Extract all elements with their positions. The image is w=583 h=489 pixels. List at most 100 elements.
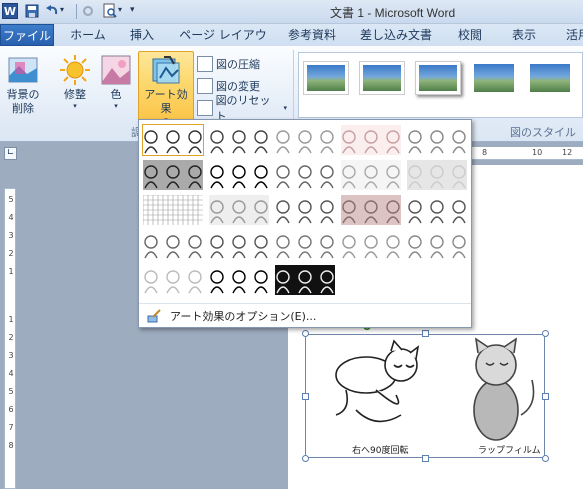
effect-thumbnail-icon (143, 195, 203, 225)
artistic-effect-option[interactable] (274, 229, 336, 261)
tab-file[interactable]: ファイル (0, 24, 54, 46)
remove-background-icon (7, 54, 39, 86)
picture-style-thumb[interactable] (471, 61, 517, 95)
print-preview-dropdown-icon[interactable]: ▾ (118, 5, 122, 14)
tab-review[interactable]: 校閲 (452, 24, 488, 46)
tab-home[interactable]: ホーム (66, 24, 110, 46)
save-icon[interactable] (24, 3, 40, 19)
cat-illustration (335, 337, 535, 441)
picture-style-thumb[interactable] (527, 61, 573, 95)
color-button[interactable]: 色 ▾ (99, 52, 133, 130)
artistic-effect-option[interactable] (340, 159, 402, 191)
artistic-effect-option[interactable] (208, 194, 270, 226)
ruler-number: 8 (8, 441, 14, 450)
remove-background-button[interactable]: 背景の 削除 (2, 52, 44, 130)
artistic-effect-option[interactable] (406, 159, 468, 191)
artistic-effect-option[interactable] (274, 264, 336, 296)
redo-icon[interactable] (80, 3, 96, 19)
corrections-dropdown-icon: ▾ (73, 102, 77, 110)
effect-thumbnail-icon (209, 125, 269, 155)
qat-separator (76, 4, 77, 19)
resize-handle[interactable] (302, 455, 309, 462)
artistic-effect-option[interactable] (208, 159, 270, 191)
artistic-effects-button[interactable]: アート効果 ▾ (138, 51, 194, 124)
effect-thumbnail-icon (209, 265, 269, 295)
effect-thumbnail-icon (407, 230, 467, 260)
vertical-ruler[interactable]: 5 4 3 2 1 1 2 3 4 5 6 7 8 (4, 188, 16, 489)
artistic-effects-icon (150, 54, 182, 86)
artistic-effect-option[interactable] (142, 194, 204, 226)
selected-picture[interactable] (305, 334, 545, 458)
tab-selector-icon[interactable]: ∟ (4, 147, 17, 160)
undo-dropdown-icon[interactable]: ▾ (60, 5, 64, 14)
artistic-effect-option[interactable] (142, 229, 204, 261)
artistic-effect-option[interactable] (340, 124, 402, 156)
artistic-effect-option[interactable] (340, 229, 402, 261)
effect-thumbnail-icon (209, 160, 269, 190)
picture-style-thumb[interactable] (303, 61, 349, 95)
effect-thumbnail-icon (275, 230, 335, 260)
ruler-number: 1 (8, 315, 14, 324)
artistic-effect-option[interactable] (142, 124, 204, 156)
change-picture-icon (197, 78, 213, 94)
artistic-effect-option[interactable] (406, 229, 468, 261)
ruler-number: 8 (482, 148, 488, 157)
artistic-effect-option[interactable] (142, 264, 204, 296)
effect-thumbnail-icon (341, 160, 401, 190)
ruler-number: 3 (8, 351, 14, 360)
effect-thumbnail-icon (143, 230, 203, 260)
picture-style-thumb[interactable] (359, 61, 405, 95)
resize-handle[interactable] (422, 455, 429, 462)
artistic-effect-option[interactable] (274, 159, 336, 191)
tab-utilize[interactable]: 活用 (558, 24, 583, 46)
artistic-effect-option[interactable] (208, 264, 270, 296)
resize-handle[interactable] (542, 455, 549, 462)
artistic-effects-label: アート効果 (144, 88, 188, 115)
artistic-effects-options-item[interactable]: アート効果のオプション(E)... (142, 306, 470, 326)
artistic-effect-option[interactable] (406, 194, 468, 226)
corrections-label: 修整 (64, 88, 86, 101)
effect-thumbnail-icon (143, 125, 203, 155)
artistic-effect-option[interactable] (208, 229, 270, 261)
corrections-sun-icon (59, 54, 91, 86)
tab-page-layout[interactable]: ページ レイアウト (176, 24, 270, 64)
tab-insert[interactable]: 挿入 (122, 24, 162, 46)
reset-picture-button[interactable]: 図のリセット ▾ (197, 94, 287, 123)
effect-thumbnail-icon (275, 265, 335, 295)
effect-thumbnail-icon (275, 195, 335, 225)
artistic-effect-option[interactable] (208, 124, 270, 156)
artistic-effect-option[interactable] (142, 159, 204, 191)
tab-view[interactable]: 表示 (504, 24, 544, 46)
resize-handle[interactable] (542, 330, 549, 337)
artistic-effect-option[interactable] (274, 194, 336, 226)
undo-icon[interactable] (44, 3, 60, 19)
ruler-number: 7 (8, 423, 14, 432)
picture-style-thumb[interactable] (415, 61, 461, 95)
compress-pictures-button[interactable]: 図の圧縮 (197, 54, 287, 74)
color-picture-icon (100, 54, 132, 86)
options-brush-icon (146, 308, 162, 324)
ribbon-tabs: ファイル ホーム 挿入 ページ レイアウト 参考資料 差し込み文書 校閲 表示 … (0, 24, 583, 64)
caption-rotate-right: 右へ90度回転 (352, 446, 409, 456)
resize-handle[interactable] (542, 393, 549, 400)
artistic-effect-option[interactable] (406, 124, 468, 156)
effect-thumbnail-icon (143, 160, 203, 190)
resize-handle[interactable] (422, 330, 429, 337)
tab-mailings[interactable]: 差し込み文書 (358, 24, 434, 46)
artistic-effect-option[interactable] (274, 124, 336, 156)
tab-references[interactable]: 参考資料 (282, 24, 342, 46)
artistic-effects-gallery (138, 119, 472, 328)
horizontal-ruler[interactable]: 8 10 12 (470, 147, 583, 160)
menu-separator (139, 303, 471, 304)
word-app-icon[interactable]: W (2, 3, 18, 19)
artistic-effect-option[interactable] (340, 194, 402, 226)
effect-thumbnail-icon (275, 125, 335, 155)
title-bar: W ▾ ▾ ▾ 文書 1 - Microsoft Word (0, 0, 583, 24)
corrections-button[interactable]: 修整 ▾ (56, 52, 94, 130)
customize-qat-icon[interactable]: ▾ (130, 5, 135, 15)
resize-handle[interactable] (302, 393, 309, 400)
effect-thumbnail-icon (143, 265, 203, 295)
print-preview-icon[interactable] (102, 3, 118, 19)
resize-handle[interactable] (302, 330, 309, 337)
effect-thumbnail-icon (341, 230, 401, 260)
